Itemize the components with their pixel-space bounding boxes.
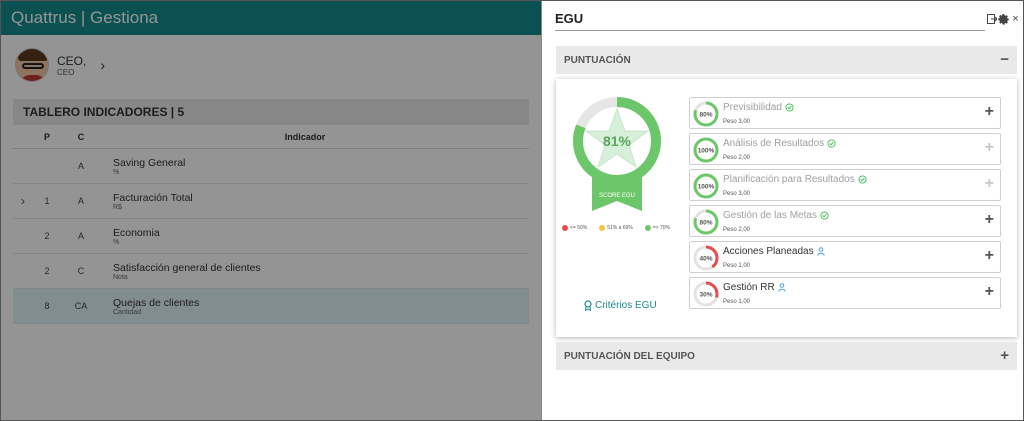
indicator-name: Planificación para Resultados [723,174,855,185]
panel-title: EGU [555,11,584,26]
indicator-name: Previsibilidad [723,102,782,113]
progress-ring: 100% [693,137,719,163]
person-icon [816,247,825,256]
progress-ring: 30% [693,281,719,307]
plus-icon[interactable]: + [985,139,994,157]
progress-ring: 80% [693,209,719,235]
score-legend: <= 50% 51% a 69% => 70% [556,225,676,231]
egu-panel: EGU × PUNTUACIÓN − 81% SCORE EGU <= 50% … [541,1,1023,420]
section-equipo[interactable]: PUNTUACIÓN DEL EQUIPO + [556,342,1017,370]
section-puntuacion[interactable]: PUNTUACIÓN − [556,46,1017,74]
export-icon[interactable] [986,13,997,25]
criterios-label[interactable]: Critérios EGU [595,300,657,311]
progress-ring: 40% [693,245,719,271]
screen-frame: Quattrus | Gestiona CEO, CEO › TABLERO I… [0,0,1024,421]
score-badge: 81% SCORE EGU [573,97,661,211]
score-badge-label: SCORE EGU [599,193,635,199]
indicator-title: Gestión de las Metas [723,210,829,221]
plus-icon[interactable]: + [985,283,994,301]
indicator-name: Análisis de Resultados [723,138,825,149]
indicator-card[interactable]: 80% Previsibilidad Peso 3,00 + [689,97,1001,129]
indicator-title: Análisis de Resultados [723,138,836,149]
check-circle-icon [820,211,829,220]
collapse-icon[interactable]: − [1000,51,1009,68]
legend-item: => 70% [644,225,670,231]
indicator-name: Acciones Planeadas [723,246,814,257]
modal-backdrop[interactable] [1,1,541,420]
expand-icon[interactable]: + [1000,347,1009,364]
panel-header: EGU × [542,1,1023,39]
indicator-peso: Peso 2,00 [723,227,751,233]
progress-label: 100% [698,184,715,191]
check-circle-icon [858,175,867,184]
progress-ring: 80% [693,101,719,127]
progress-label: 80% [699,220,712,227]
plus-icon[interactable]: + [985,175,994,193]
title-underline [555,30,985,31]
legend-item: <= 50% [561,225,588,231]
indicator-card[interactable]: 100% Planificación para Resultados Peso 3,… [689,169,1001,201]
progress-label: 40% [699,256,712,263]
indicator-card[interactable]: 100% Análisis de Resultados Peso 2,00 + [689,133,1001,165]
plus-icon[interactable]: + [985,211,994,229]
plus-icon[interactable]: + [985,103,994,121]
indicator-peso: Peso 1,00 [723,299,751,305]
criterios-link[interactable]: Critérios EGU [584,300,657,311]
progress-label: 80% [699,112,712,119]
indicator-peso: Peso 3,00 [723,119,751,125]
indicator-peso: Peso 1,00 [723,263,751,269]
indicator-peso: Peso 2,00 [723,155,751,161]
award-icon [584,300,592,311]
indicator-peso: Peso 3,00 [723,191,751,197]
indicator-name: Gestión de las Metas [723,210,817,221]
legend-dot [561,225,568,231]
indicator-title: Acciones Planeadas [723,246,825,257]
background-app: Quattrus | Gestiona CEO, CEO › TABLERO I… [1,1,541,420]
legend-label: <= 50% [569,225,588,231]
indicator-title: Previsibilidad [723,102,794,113]
legend-item: 51% a 69% [599,225,633,231]
legend-label: => 70% [652,225,670,231]
check-circle-icon [827,139,836,148]
indicator-name: Gestión RR [723,282,775,293]
indicator-list: 80% Previsibilidad Peso 3,00 +100% Análisis … [689,97,1001,313]
close-icon[interactable]: × [1010,13,1021,25]
plus-icon[interactable]: + [985,247,994,265]
score-card: 81% SCORE EGU <= 50% 51% a 69% => 70% Crit… [556,79,1017,337]
score-value: 81% [603,133,632,149]
section-puntuacion-label: PUNTUACIÓN [564,54,631,66]
indicator-card[interactable]: 40% Acciones Planeadas Peso 1,00 + [689,241,1001,273]
progress-label: 100% [698,148,715,155]
legend-label: 51% a 69% [607,225,633,231]
check-circle-icon [785,103,794,112]
person-icon [777,283,786,292]
progress-label: 30% [699,292,712,299]
progress-ring: 100% [693,173,719,199]
header-actions: × [986,13,1021,25]
legend-dot [599,225,606,231]
indicator-card[interactable]: 80% Gestión de las Metas Peso 2,00 + [689,205,1001,237]
gear-icon[interactable] [998,13,1009,25]
legend-dot [644,225,651,231]
section-equipo-label: PUNTUACIÓN DEL EQUIPO [564,350,695,362]
indicator-card[interactable]: 30% Gestión RR Peso 1,00 + [689,277,1001,309]
indicator-title: Planificación para Resultados [723,174,867,185]
indicator-title: Gestión RR [723,282,786,293]
